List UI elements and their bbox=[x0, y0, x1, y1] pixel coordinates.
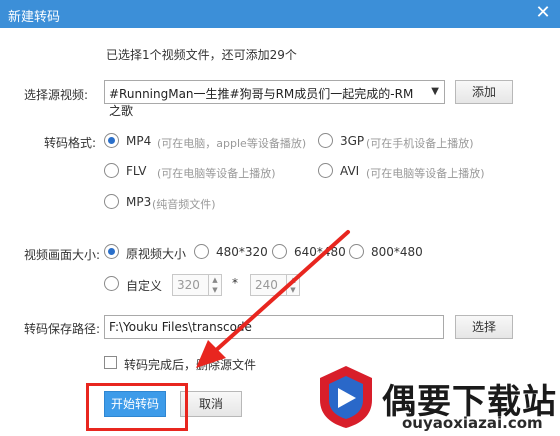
annotation-arrow-icon bbox=[196, 230, 350, 368]
watermark-logo-icon bbox=[320, 366, 372, 428]
watermark-url: ouyaoxiazai.com bbox=[402, 414, 543, 432]
